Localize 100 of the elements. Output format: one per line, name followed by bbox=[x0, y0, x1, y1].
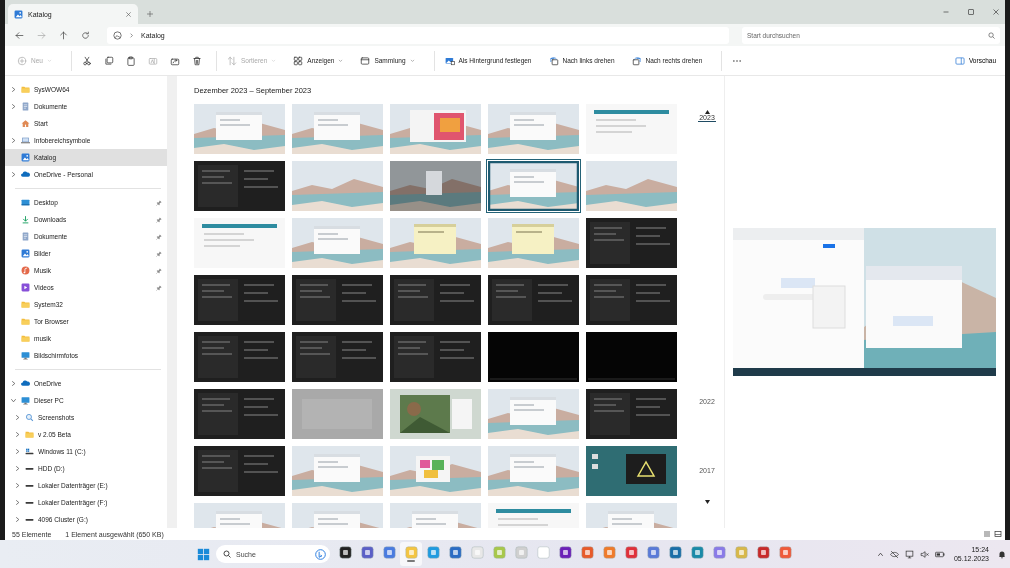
rotate-left-icon bbox=[548, 55, 559, 66]
chevron-right-icon[interactable] bbox=[14, 499, 21, 506]
desktop-icon bbox=[21, 198, 30, 207]
tiles-view-icon[interactable] bbox=[994, 530, 1002, 538]
laptop-icon bbox=[21, 136, 30, 145]
bing-icon bbox=[315, 548, 326, 560]
scroll-up-icon[interactable] bbox=[704, 110, 710, 114]
app-tile-icon bbox=[756, 546, 770, 559]
chevron-right-icon[interactable] bbox=[14, 448, 21, 455]
app-tile-icon bbox=[448, 546, 462, 559]
details-view-icon[interactable] bbox=[983, 530, 991, 538]
document-icon bbox=[21, 102, 30, 111]
app-tile-icon bbox=[646, 546, 660, 559]
preview-pane-icon bbox=[954, 55, 965, 66]
monitor-icon bbox=[21, 396, 30, 405]
folder-icon bbox=[21, 317, 30, 326]
app-tile-icon bbox=[712, 546, 726, 559]
app-tile-icon bbox=[558, 546, 572, 559]
eye-off-icon[interactable] bbox=[889, 549, 899, 559]
calendar-icon bbox=[360, 55, 371, 66]
app-tile-icon bbox=[690, 546, 704, 559]
close-icon[interactable] bbox=[125, 10, 132, 18]
document-icon bbox=[21, 232, 30, 241]
app-tile-icon bbox=[668, 546, 682, 559]
minimize-icon[interactable] bbox=[942, 8, 950, 16]
rename-icon bbox=[147, 55, 158, 66]
up-arrow-icon[interactable] bbox=[59, 30, 68, 40]
app-tile-icon bbox=[360, 546, 374, 559]
app-tile-icon bbox=[778, 546, 792, 559]
pin-icon bbox=[156, 216, 162, 223]
cloud-icon bbox=[21, 379, 30, 388]
chevron-down-icon[interactable] bbox=[10, 397, 17, 404]
chevron-right-icon[interactable] bbox=[14, 431, 21, 438]
refresh-icon[interactable] bbox=[81, 30, 90, 40]
home-icon bbox=[21, 119, 30, 128]
forward-arrow-icon[interactable] bbox=[37, 30, 46, 40]
pictures-icon bbox=[21, 249, 30, 258]
speaker-muted-icon[interactable] bbox=[919, 549, 929, 559]
app-tile-icon bbox=[602, 546, 616, 559]
app-tile-icon bbox=[580, 546, 594, 559]
rotate-right-icon bbox=[631, 55, 642, 66]
search-icon bbox=[988, 31, 995, 39]
pin-icon bbox=[156, 199, 162, 206]
network-icon[interactable] bbox=[904, 549, 914, 559]
folder-icon bbox=[25, 430, 34, 439]
back-arrow-icon[interactable] bbox=[15, 30, 24, 40]
new-tab-icon[interactable] bbox=[146, 10, 154, 18]
chevron-right-icon[interactable] bbox=[10, 137, 17, 144]
app-tile-icon bbox=[514, 546, 528, 559]
scrollbar-track[interactable] bbox=[167, 76, 177, 528]
app-tile-icon bbox=[404, 546, 418, 559]
sort-icon bbox=[226, 55, 237, 66]
download-icon bbox=[21, 215, 30, 224]
trash-icon bbox=[191, 55, 202, 66]
wallpaper-icon bbox=[444, 55, 455, 66]
app-tile-icon bbox=[470, 546, 484, 559]
copy-icon bbox=[103, 55, 114, 66]
new-icon bbox=[17, 55, 27, 66]
maximize-icon[interactable] bbox=[967, 8, 975, 16]
battery-icon[interactable] bbox=[934, 549, 945, 559]
search-icon bbox=[223, 550, 231, 558]
chevron-up-icon[interactable] bbox=[876, 550, 884, 558]
chevron-right-icon[interactable] bbox=[14, 516, 21, 523]
app-tile-icon bbox=[338, 546, 352, 559]
magnifier-icon bbox=[25, 413, 34, 422]
pin-icon bbox=[156, 284, 162, 291]
chevron-icon bbox=[129, 32, 134, 38]
video-icon bbox=[21, 283, 30, 292]
chevron-right-icon[interactable] bbox=[10, 171, 17, 178]
chevron-right-icon[interactable] bbox=[10, 380, 17, 387]
start-icon[interactable] bbox=[197, 547, 210, 561]
app-tile-icon bbox=[382, 546, 396, 559]
folder-icon bbox=[21, 85, 30, 94]
bell-icon[interactable] bbox=[998, 549, 1006, 559]
chevron-right-icon[interactable] bbox=[14, 482, 21, 489]
folder-icon bbox=[21, 300, 30, 309]
pin-icon bbox=[156, 233, 162, 240]
drive-icon bbox=[25, 447, 34, 456]
close-icon[interactable] bbox=[992, 8, 1000, 16]
scroll-down-icon[interactable] bbox=[704, 500, 710, 504]
cut-icon bbox=[81, 55, 92, 66]
paste-icon bbox=[125, 55, 136, 66]
app-tile-icon bbox=[492, 546, 506, 559]
gallery-icon bbox=[21, 153, 30, 162]
app-tile-icon bbox=[734, 546, 748, 559]
share-icon bbox=[169, 55, 180, 66]
monitor-icon bbox=[21, 351, 30, 360]
gallery-icon bbox=[113, 30, 122, 40]
app-tile-icon bbox=[426, 546, 440, 559]
folder-icon bbox=[21, 334, 30, 343]
chevron-right-icon[interactable] bbox=[14, 465, 21, 472]
chevron-right-icon[interactable] bbox=[10, 86, 17, 93]
cloud-icon bbox=[21, 170, 30, 179]
chevron-right-icon[interactable] bbox=[10, 103, 17, 110]
chevron-right-icon[interactable] bbox=[14, 414, 21, 421]
app-tile-icon bbox=[624, 546, 638, 559]
music-icon bbox=[21, 266, 30, 275]
pin-icon bbox=[156, 250, 162, 257]
app-tile-icon bbox=[536, 546, 550, 559]
pin-icon bbox=[156, 267, 162, 274]
